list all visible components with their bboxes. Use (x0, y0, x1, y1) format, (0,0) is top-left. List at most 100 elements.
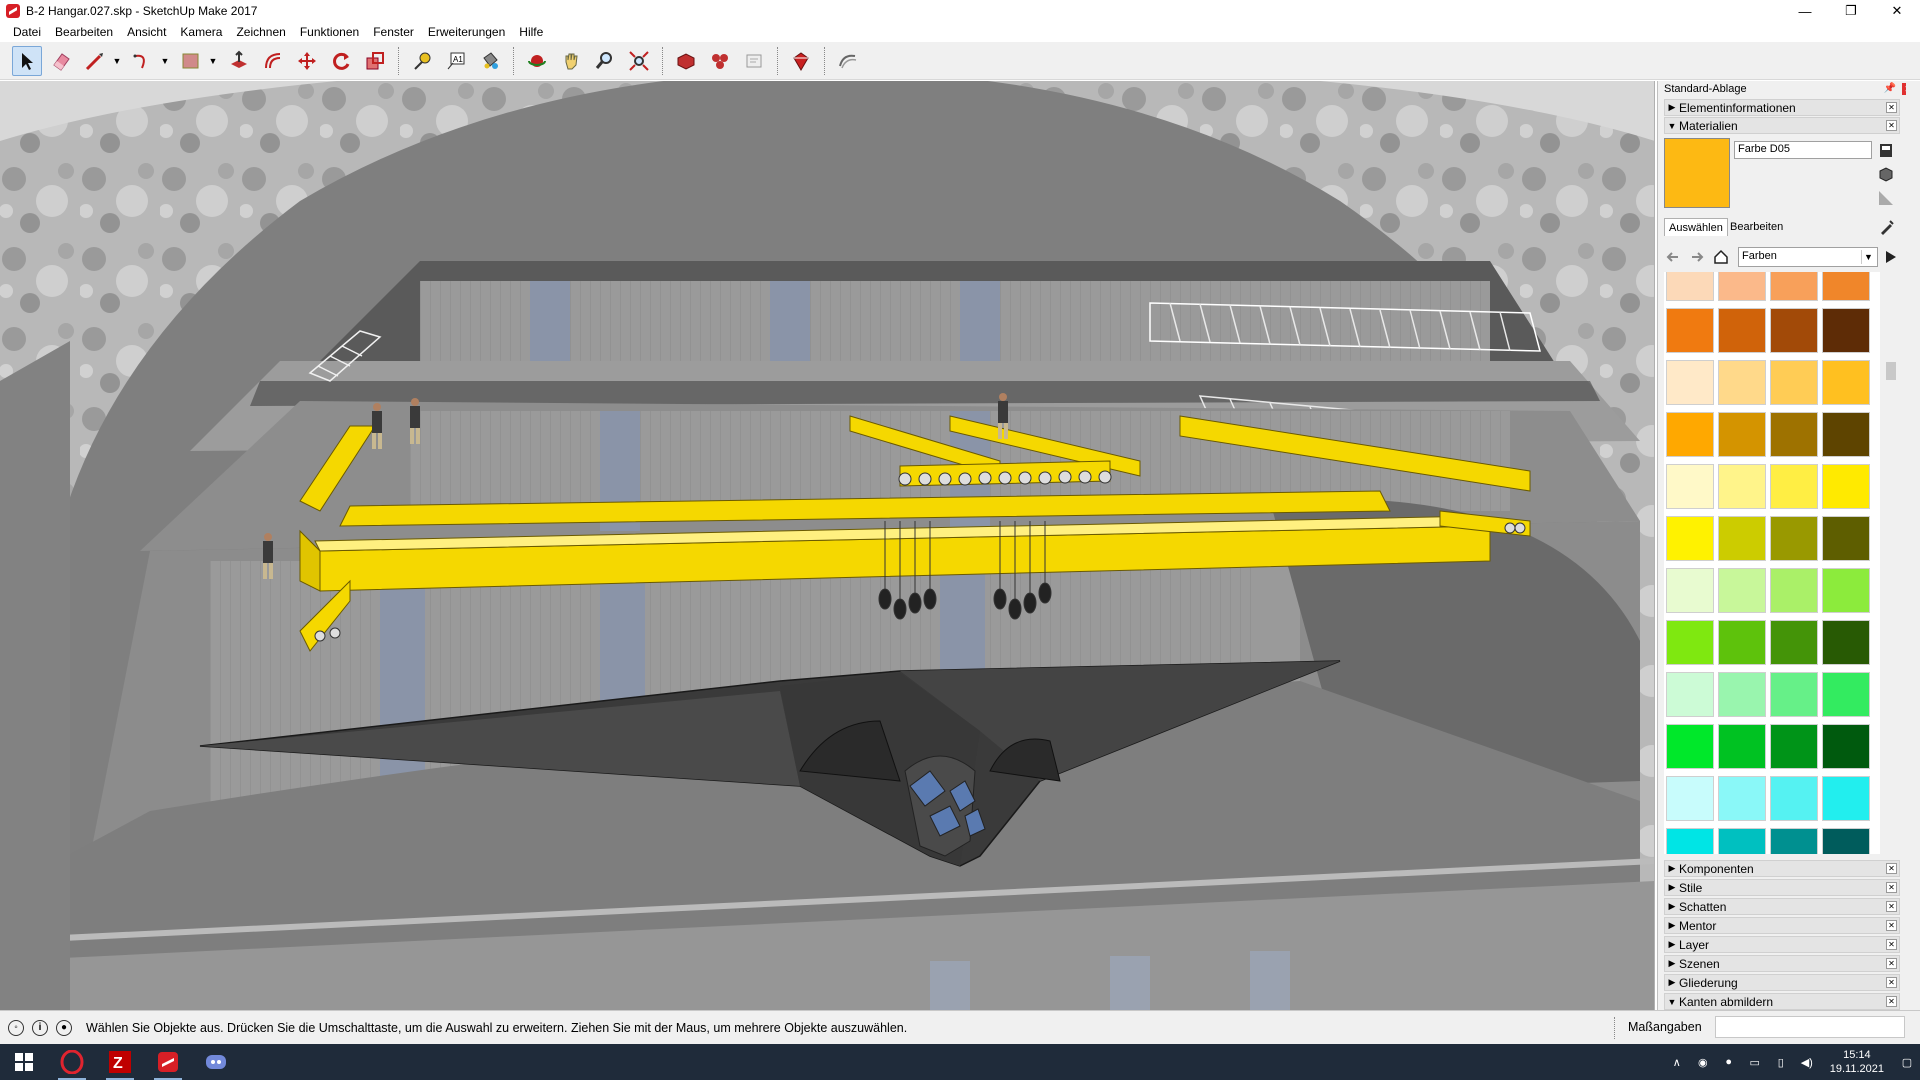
network-icon[interactable]: ▯ (1772, 1053, 1790, 1071)
menu-erweiterungen[interactable]: Erweiterungen (421, 25, 512, 39)
material-swatch[interactable] (1666, 412, 1714, 457)
material-swatch[interactable] (1718, 272, 1766, 301)
push-pull-tool-icon[interactable] (224, 46, 254, 76)
panel-close-icon[interactable]: ✕ (1886, 977, 1897, 988)
material-swatch[interactable] (1666, 776, 1714, 821)
material-swatch[interactable] (1718, 828, 1766, 854)
material-name-field[interactable]: Farbe D05 (1734, 141, 1872, 159)
panel-mentor[interactable]: ▶ Mentor ✕ (1664, 917, 1900, 934)
panel-close-icon[interactable]: ✕ (1886, 939, 1897, 950)
zoom-tool-icon[interactable] (590, 46, 620, 76)
material-swatch[interactable] (1822, 308, 1870, 353)
material-swatch[interactable] (1718, 776, 1766, 821)
filezilla-icon[interactable]: Z (96, 1044, 144, 1080)
panel-entity-info[interactable]: ▶ Elementinformationen ✕ (1664, 99, 1900, 116)
line-tool-icon[interactable] (80, 46, 110, 76)
material-swatch[interactable] (1770, 724, 1818, 769)
material-swatch[interactable] (1822, 568, 1870, 613)
sample-paint-icon[interactable] (1878, 218, 1896, 236)
notification-icon[interactable]: ▢ (1898, 1053, 1916, 1071)
text-tool-icon[interactable]: A1 (441, 46, 471, 76)
material-swatch[interactable] (1666, 672, 1714, 717)
current-material-swatch[interactable] (1664, 138, 1730, 208)
material-swatch[interactable] (1666, 308, 1714, 353)
arc-tool-dropdown-icon[interactable]: ▼ (160, 46, 170, 76)
back-arrow-icon[interactable] (1664, 248, 1682, 266)
model-viewport[interactable] (0, 81, 1655, 1010)
menu-fenster[interactable]: Fenster (366, 25, 421, 39)
rotate-tool-icon[interactable] (326, 46, 356, 76)
minimize-button[interactable]: — (1782, 0, 1828, 22)
panel-close-icon[interactable]: ✕ (1886, 920, 1897, 931)
library-select[interactable]: Farben ▼ (1738, 247, 1878, 267)
default-material-icon[interactable] (1877, 189, 1895, 207)
measurements-input[interactable] (1715, 1016, 1905, 1038)
material-swatch[interactable] (1718, 516, 1766, 561)
material-swatch[interactable] (1718, 308, 1766, 353)
line-tool-dropdown-icon[interactable]: ▼ (112, 46, 122, 76)
cloud-icon[interactable]: ● (1720, 1053, 1738, 1071)
material-swatch[interactable] (1822, 272, 1870, 301)
discord-icon[interactable] (192, 1044, 240, 1080)
material-swatch[interactable] (1666, 568, 1714, 613)
scale-tool-icon[interactable] (360, 46, 390, 76)
credits-icon[interactable]: i (32, 1019, 48, 1036)
material-swatch[interactable] (1770, 620, 1818, 665)
panel-stile[interactable]: ▶ Stile ✕ (1664, 879, 1900, 896)
move-tool-icon[interactable] (292, 46, 322, 76)
windows-start-icon[interactable] (0, 1044, 48, 1080)
menu-datei[interactable]: Datei (6, 25, 48, 39)
extension-warehouse-icon[interactable] (705, 46, 735, 76)
close-button[interactable]: ✕ (1874, 0, 1920, 22)
home-icon[interactable] (1712, 248, 1730, 266)
material-swatch[interactable] (1822, 620, 1870, 665)
send-to-layout-icon[interactable] (739, 46, 769, 76)
arc-tool-icon[interactable] (128, 46, 158, 76)
material-swatch[interactable] (1822, 724, 1870, 769)
menu-funktionen[interactable]: Funktionen (293, 25, 366, 39)
material-cube-icon[interactable] (1877, 165, 1895, 183)
rectangle-tool-icon[interactable] (176, 46, 206, 76)
offset-tool-icon[interactable] (258, 46, 288, 76)
material-swatch[interactable] (1718, 568, 1766, 613)
material-swatch[interactable] (1822, 828, 1870, 854)
pin-icon[interactable]: 📌 (1884, 83, 1896, 94)
material-swatch[interactable] (1666, 516, 1714, 561)
panel-materials[interactable]: ▼ Materialien ✕ (1664, 117, 1900, 134)
material-swatch[interactable] (1666, 620, 1714, 665)
tab-edit[interactable]: Bearbeiten (1726, 218, 1787, 236)
panel-schatten[interactable]: ▶ Schatten ✕ (1664, 898, 1900, 915)
material-swatch[interactable] (1718, 464, 1766, 509)
menu-ansicht[interactable]: Ansicht (120, 25, 173, 39)
material-swatch[interactable] (1718, 620, 1766, 665)
material-swatch[interactable] (1770, 464, 1818, 509)
panel-close-icon[interactable]: ✕ (1886, 958, 1897, 969)
swatch-scrollbar[interactable] (1884, 272, 1898, 854)
panel-close-icon[interactable]: ✕ (1886, 996, 1897, 1007)
menu-kamera[interactable]: Kamera (173, 25, 229, 39)
material-swatch[interactable] (1770, 360, 1818, 405)
shape-tool-dropdown-icon[interactable]: ▼ (208, 46, 218, 76)
panel-kanten-abmildern[interactable]: ▼ Kanten abmildern ✕ (1664, 993, 1900, 1010)
tray-scrollbar[interactable] (1906, 81, 1920, 1010)
user-account-icon[interactable]: ● (56, 1019, 72, 1036)
chevron-up-icon[interactable]: ∧ (1668, 1053, 1686, 1071)
sandbox-tool-icon[interactable] (833, 46, 863, 76)
material-swatch[interactable] (1770, 272, 1818, 301)
material-swatch[interactable] (1770, 308, 1818, 353)
forward-arrow-icon[interactable] (1688, 248, 1706, 266)
panel-close-icon[interactable]: ✕ (1886, 120, 1897, 131)
geo-location-icon[interactable]: ◦ (8, 1019, 24, 1036)
material-swatch[interactable] (1822, 464, 1870, 509)
sketchup-icon[interactable] (144, 1044, 192, 1080)
material-swatch[interactable] (1770, 776, 1818, 821)
material-swatch[interactable] (1770, 828, 1818, 854)
tape-measure-tool-icon[interactable] (407, 46, 437, 76)
material-swatch[interactable] (1822, 672, 1870, 717)
material-swatch[interactable] (1666, 464, 1714, 509)
select-tool-icon[interactable] (12, 45, 42, 76)
material-swatch[interactable] (1822, 360, 1870, 405)
material-swatch[interactable] (1770, 672, 1818, 717)
3d-warehouse-icon[interactable] (671, 46, 701, 76)
material-swatch[interactable] (1666, 724, 1714, 769)
